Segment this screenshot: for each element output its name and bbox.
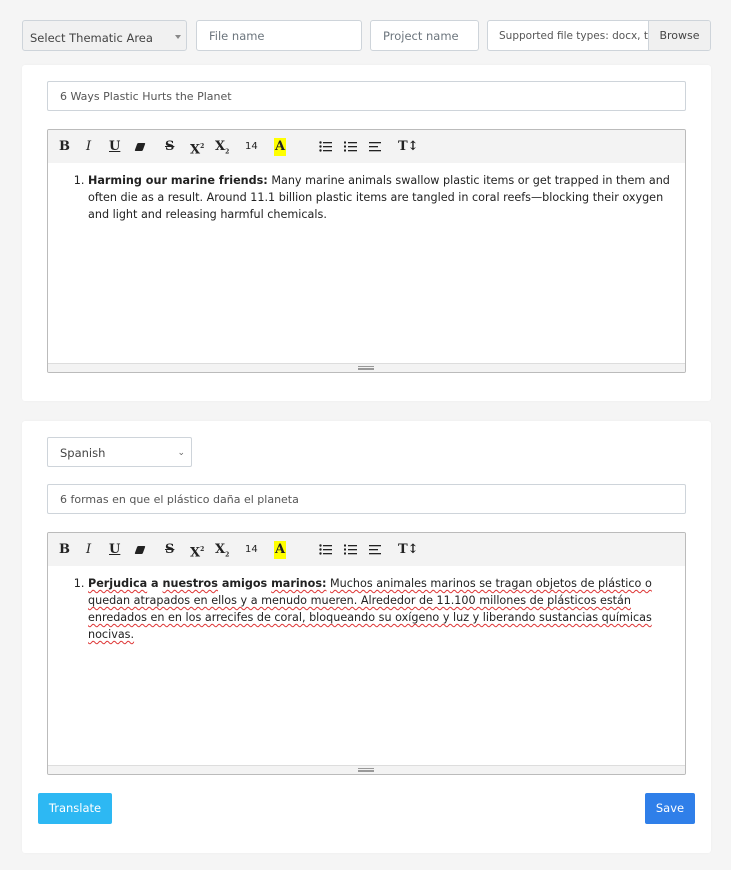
unordered-list-icon[interactable] [319, 138, 332, 156]
text-height-icon[interactable]: T↕ [398, 541, 419, 559]
bold-button[interactable]: B [59, 138, 70, 156]
translation-title-input[interactable]: 6 formas en que el plástico daña el plan… [47, 484, 686, 514]
language-select[interactable]: Spanish ⌄ [47, 437, 192, 467]
save-button[interactable]: Save [645, 793, 695, 824]
source-card: 6 Ways Plastic Hurts the Planet B I U S … [22, 65, 711, 401]
italic-button[interactable]: I [86, 138, 91, 156]
item-heading: Harming our marine friends: [88, 174, 268, 187]
eraser-icon[interactable] [134, 138, 146, 156]
translation-editor-content[interactable]: Perjudica a nuestros amigos marinos: Muc… [48, 566, 685, 643]
subscript-button[interactable]: X2 [215, 541, 229, 559]
source-title-value: 6 Ways Plastic Hurts the Planet [60, 90, 232, 103]
eraser-icon[interactable] [134, 541, 146, 559]
source-title-input[interactable]: 6 Ways Plastic Hurts the Planet [47, 81, 686, 111]
project-name-input[interactable]: Project name [370, 20, 479, 51]
strikethrough-button[interactable]: S [165, 138, 174, 156]
chevron-down-icon: ⌄ [177, 448, 185, 458]
ordered-list-icon[interactable] [344, 541, 357, 559]
file-upload-input[interactable]: Supported file types: docx, txt Browse [487, 20, 711, 51]
browse-button[interactable]: Browse [648, 21, 710, 50]
file-name-input[interactable]: File name [196, 20, 362, 51]
bold-button[interactable]: B [59, 541, 70, 559]
font-size-button[interactable]: 14 [245, 541, 258, 559]
italic-button[interactable]: I [86, 541, 91, 559]
text-height-icon[interactable]: T↕ [398, 138, 419, 156]
source-editor-content[interactable]: Harming our marine friends: Many marine … [48, 163, 685, 223]
superscript-button[interactable]: X2 [190, 138, 204, 157]
project-name-placeholder: Project name [383, 29, 459, 43]
unordered-list-icon[interactable] [319, 541, 332, 559]
resize-handle[interactable] [48, 363, 685, 372]
translate-button[interactable]: Translate [38, 793, 112, 824]
resize-handle[interactable] [48, 765, 685, 774]
translation-editor-toolbar: B I U S X2 X2 14 A T↕ [48, 533, 685, 566]
highlight-icon[interactable]: A [274, 541, 286, 559]
strikethrough-button[interactable]: S [165, 541, 174, 559]
underline-button[interactable]: U [109, 138, 120, 156]
item-heading: Perjudica a nuestros amigos marinos: [88, 577, 327, 590]
translation-editor[interactable]: B I U S X2 X2 14 A T↕ Perjudica a nuestr… [47, 532, 686, 775]
thematic-area-select[interactable]: Select Thematic Area [22, 20, 187, 51]
source-editor-toolbar: B I U S X2 X2 14 A T↕ [48, 130, 685, 163]
source-editor[interactable]: B I U S X2 X2 14 A T↕ Harming our marine… [47, 129, 686, 373]
translation-card: Spanish ⌄ 6 formas en que el plástico da… [22, 421, 711, 853]
font-size-button[interactable]: 14 [245, 138, 258, 156]
upload-bar: Select Thematic Area File name Project n… [22, 20, 711, 51]
grip-icon [358, 768, 374, 772]
align-icon[interactable] [369, 541, 381, 559]
align-icon[interactable] [369, 138, 381, 156]
underline-button[interactable]: U [109, 541, 120, 559]
thematic-area-select-value: Select Thematic Area [30, 31, 153, 45]
language-select-value: Spanish [60, 446, 106, 460]
file-name-placeholder: File name [209, 29, 265, 43]
list-item: Harming our marine friends: Many marine … [88, 172, 677, 223]
highlight-icon[interactable]: A [274, 138, 286, 156]
subscript-button[interactable]: X2 [215, 138, 229, 156]
ordered-list-icon[interactable] [344, 138, 357, 156]
file-types-hint: Supported file types: docx, txt [499, 30, 659, 42]
translation-title-value: 6 formas en que el plástico daña el plan… [60, 493, 299, 506]
grip-icon [358, 366, 374, 370]
list-item: Perjudica a nuestros amigos marinos: Muc… [88, 575, 677, 643]
superscript-button[interactable]: X2 [190, 541, 204, 560]
caret-down-icon [175, 35, 181, 39]
